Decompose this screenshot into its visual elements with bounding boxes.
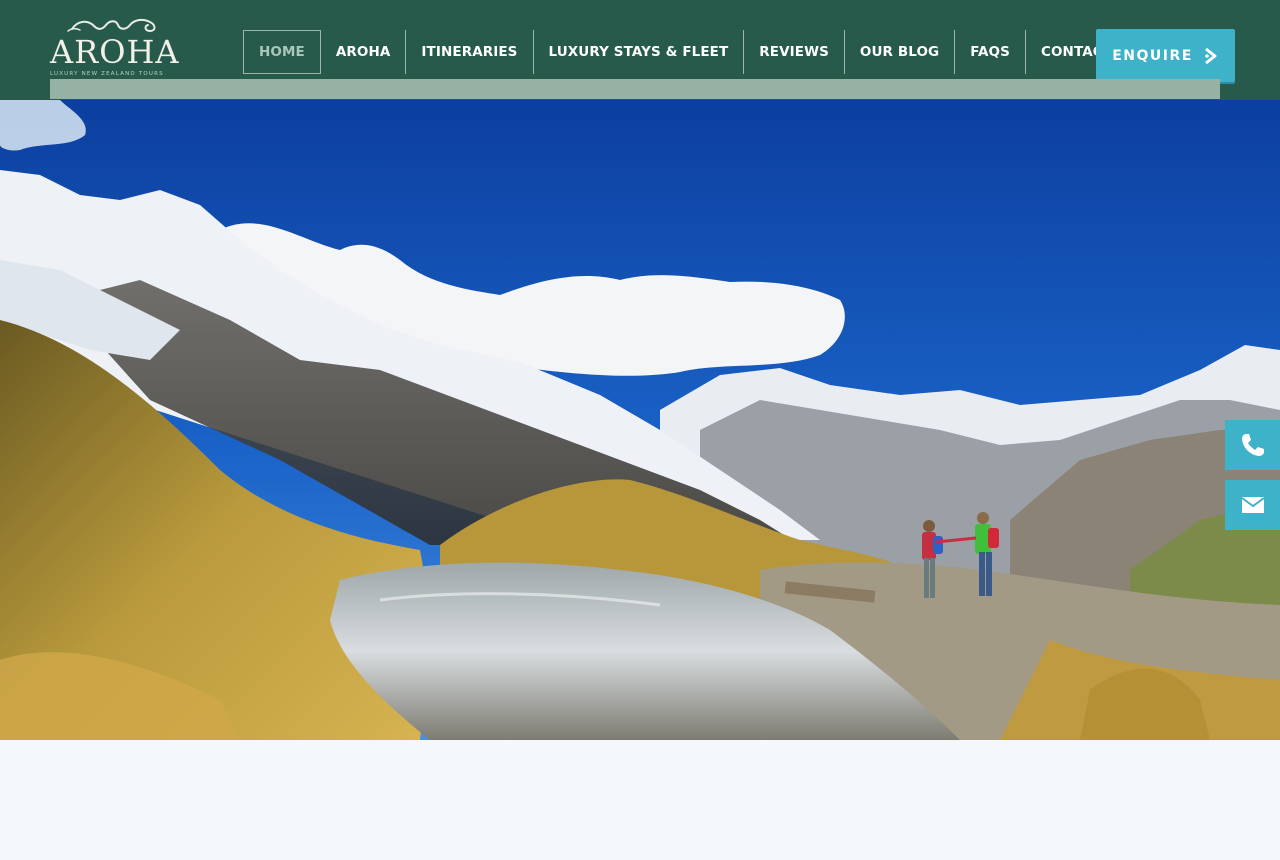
email-button[interactable]	[1225, 480, 1280, 530]
enquire-label: ENQUIRE	[1112, 47, 1193, 64]
nav-item-faqs[interactable]: FAQS	[955, 30, 1026, 74]
enquire-button[interactable]: ENQUIRE	[1096, 29, 1235, 82]
nav-item-aroha[interactable]: AROHA	[321, 30, 407, 74]
brand-logo[interactable]: AROHA LUXURY NEW ZEALAND TOURS	[50, 16, 182, 80]
nav-item-itineraries[interactable]: ITINERARIES	[406, 30, 534, 74]
brand-name: AROHA	[50, 33, 180, 71]
hero-image	[0, 100, 1280, 740]
site-header: AROHA LUXURY NEW ZEALAND TOURS HOME AROH…	[0, 0, 1280, 100]
nav-item-luxury-stays-fleet[interactable]: LUXURY STAYS & FLEET	[534, 30, 745, 74]
phone-icon	[1241, 434, 1264, 456]
nav-item-home[interactable]: HOME	[243, 30, 321, 74]
phone-button[interactable]	[1225, 420, 1280, 470]
header-sub-bar	[50, 79, 1220, 99]
arrow-icon	[1204, 47, 1217, 64]
mountain-landscape-image	[0, 100, 1280, 740]
email-icon	[1240, 497, 1265, 513]
nav-item-our-blog[interactable]: OUR BLOG	[845, 30, 956, 74]
main-nav: HOME AROHA ITINERARIES LUXURY STAYS & FL…	[243, 30, 1129, 74]
brand-tagline: LUXURY NEW ZEALAND TOURS	[50, 71, 164, 77]
nav-item-reviews[interactable]: REVIEWS	[744, 30, 845, 74]
